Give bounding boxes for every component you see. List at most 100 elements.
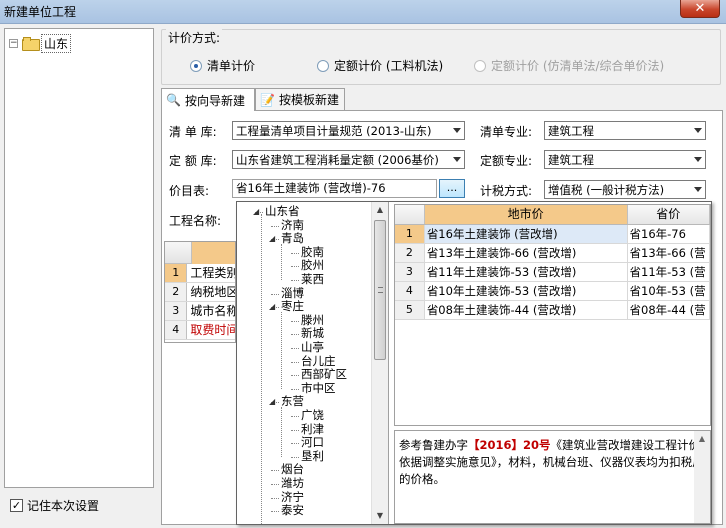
scroll-up-icon[interactable]: ▲ bbox=[372, 202, 388, 218]
tree-item[interactable]: 淄博 bbox=[281, 286, 304, 300]
table-row[interactable]: 1 工程类别 bbox=[165, 264, 235, 283]
scroll-up-icon[interactable]: ▲ bbox=[694, 431, 710, 447]
header-city-price[interactable]: 地市价 bbox=[424, 205, 628, 224]
radio-label: 清单计价 bbox=[207, 59, 256, 73]
tree-item[interactable]: 市中区 bbox=[301, 381, 336, 395]
table-row[interactable]: 4 取费时间 bbox=[165, 321, 235, 340]
radio-quota-pricing[interactable]: 定额计价 (工料机法) bbox=[317, 57, 443, 74]
tree-item[interactable]: 滕州 bbox=[301, 313, 324, 327]
browse-button[interactable]: ... bbox=[439, 179, 465, 198]
city-tree[interactable]: 山东省 ◢ 济南 青岛 ◢ 胶南 胶州 莱西 淄博 枣庄 ◢ 滕州 新城 山亭 台儿庄 西部矿区 市中区 东营 ◢ 广… bbox=[237, 202, 389, 524]
scroll-down-icon[interactable]: ▼ bbox=[372, 508, 388, 524]
radio-quota-list-pricing: 定额计价 (仿清单法/综合单价法) bbox=[474, 57, 664, 74]
checkbox-checked-icon[interactable]: ✓ bbox=[10, 499, 23, 512]
price-grid[interactable]: 地市价 省价 1 省16年土建装饰 (营改增) 省16年-76 2 省13年土建装饰-6… bbox=[394, 204, 711, 426]
list-lib-value: 工程量清单项目计量规范 (2013-山东) bbox=[236, 123, 432, 138]
header-province-price[interactable]: 省价 bbox=[628, 205, 710, 224]
radio-list-pricing[interactable]: 清单计价 bbox=[190, 57, 255, 74]
table-row[interactable]: 2 省13年土建装饰-66 (营改增) 省13年-66 (营 bbox=[395, 244, 710, 263]
tree-item[interactable]: 胶州 bbox=[301, 259, 324, 272]
tree-item[interactable]: 枣庄 bbox=[281, 300, 304, 313]
table-row[interactable]: 5 省08年土建装饰-44 (营改增) 省08年-44 (营 bbox=[395, 301, 710, 320]
grid-header bbox=[165, 242, 235, 264]
tab-template[interactable]: 📝 按模板新建 bbox=[255, 88, 345, 110]
tree-connector bbox=[271, 293, 279, 295]
project-attr-grid[interactable]: 1 工程类别 2 纳税地区 3 城市名称 4 取费时间 bbox=[164, 241, 236, 343]
list-spec-select[interactable]: 建筑工程 bbox=[544, 121, 706, 140]
province-price-cell: 省10年-53 (营 bbox=[628, 282, 710, 300]
tree-item[interactable]: 莱西 bbox=[301, 273, 324, 286]
scroll-thumb[interactable] bbox=[374, 220, 386, 360]
tree-item[interactable]: 利津 bbox=[301, 422, 324, 436]
quota-lib-value: 山东省建筑工程消耗量定额 (2006基价) bbox=[236, 152, 439, 167]
table-row[interactable]: 3 省11年土建装饰-53 (营改增) 省11年-53 (营 bbox=[395, 263, 710, 282]
tree-expanded-icon[interactable]: ◢ bbox=[269, 397, 275, 406]
tree-item[interactable]: 山亭 bbox=[301, 341, 324, 354]
tree-connector bbox=[291, 252, 299, 254]
table-row[interactable]: 4 省10年土建装饰-53 (营改增) 省10年-53 (营 bbox=[395, 282, 710, 301]
row-number: 1 bbox=[165, 264, 188, 282]
tax-select[interactable]: 增值税 (一般计税方法) bbox=[544, 180, 706, 199]
tree-item[interactable]: 济南 bbox=[281, 218, 304, 232]
table-row[interactable]: 3 城市名称 bbox=[165, 302, 235, 321]
tree-item[interactable]: 烟台 bbox=[281, 463, 304, 476]
tree-connector bbox=[291, 429, 299, 431]
quota-lib-label: 定 额 库: bbox=[169, 154, 217, 168]
row-number: 2 bbox=[165, 283, 188, 301]
tree-connector bbox=[291, 320, 299, 322]
collapse-icon[interactable]: − bbox=[9, 38, 18, 48]
tree-expanded-icon[interactable]: ◢ bbox=[269, 234, 275, 243]
row-number: 3 bbox=[395, 263, 425, 281]
row-number: 2 bbox=[395, 244, 425, 262]
close-button[interactable]: ✕ bbox=[680, 0, 720, 18]
list-lib-label: 清 单 库: bbox=[169, 125, 217, 139]
region-tree[interactable]: − 山东 bbox=[4, 28, 154, 488]
remember-settings-checkbox[interactable]: ✓ 记住本次设置 bbox=[10, 497, 99, 514]
template-icon: 📝 bbox=[260, 92, 275, 107]
tree-item[interactable]: 垦利 bbox=[301, 449, 324, 463]
tree-item[interactable]: 泰安 bbox=[281, 504, 304, 517]
region-node-shandong[interactable]: − 山东 bbox=[9, 33, 72, 53]
table-row[interactable]: 1 省16年土建装饰 (营改增) 省16年-76 bbox=[395, 225, 710, 244]
window-title: 新建单位工程 bbox=[4, 5, 77, 19]
tree-connector bbox=[271, 470, 279, 472]
tree-connector bbox=[291, 388, 299, 390]
note-scrollbar[interactable]: ▲ bbox=[694, 431, 710, 523]
tree-item[interactable]: 潍坊 bbox=[281, 477, 304, 490]
remember-label: 记住本次设置 bbox=[27, 499, 100, 513]
tab-label: 按向导新建 bbox=[184, 93, 245, 108]
province-price-cell: 省08年-44 (营 bbox=[628, 301, 710, 319]
tree-item[interactable]: 广饶 bbox=[301, 409, 324, 422]
row-cell: 城市名称 bbox=[190, 304, 235, 318]
city-price-cell: 省13年土建装饰-66 (营改增) bbox=[425, 244, 628, 262]
folder-open-icon bbox=[22, 37, 40, 51]
radio-disabled-icon bbox=[474, 59, 486, 72]
row-number: 4 bbox=[395, 282, 425, 300]
tree-connector bbox=[261, 214, 262, 524]
tree-item[interactable]: 新城 bbox=[301, 327, 324, 340]
tree-item[interactable]: 西部矿区 bbox=[301, 368, 347, 381]
price-table-field[interactable]: 省16年土建装饰 (营改增)-76 bbox=[232, 179, 437, 198]
note-highlight: 【2016】20号 bbox=[468, 438, 551, 452]
price-table-dropdown[interactable]: 山东省 ◢ 济南 青岛 ◢ 胶南 胶州 莱西 淄博 枣庄 ◢ 滕州 新城 山亭 台儿庄 西部矿区 市中区 东营 ◢ 广… bbox=[236, 201, 712, 525]
tree-connector bbox=[291, 280, 299, 281]
table-row[interactable]: 2 纳税地区 bbox=[165, 283, 235, 302]
tree-item[interactable]: 青岛 bbox=[281, 232, 304, 245]
tree-expanded-icon[interactable]: ◢ bbox=[253, 207, 259, 216]
tree-scrollbar[interactable]: ▲ ▼ bbox=[371, 202, 388, 524]
radio-selected-icon bbox=[190, 59, 202, 72]
city-price-cell: 省16年土建装饰 (营改增) bbox=[424, 225, 628, 243]
tree-item[interactable]: 东营 bbox=[281, 395, 304, 408]
tree-item[interactable]: 台儿庄 bbox=[301, 354, 336, 368]
tab-wizard[interactable]: 🔍 按向导新建 bbox=[161, 88, 255, 111]
tree-item[interactable]: 济宁 bbox=[281, 490, 304, 504]
tree-expanded-icon[interactable]: ◢ bbox=[269, 302, 275, 311]
tree-connector bbox=[281, 312, 282, 389]
region-label: 山东 bbox=[41, 33, 72, 53]
tree-item[interactable]: 河口 bbox=[301, 436, 324, 449]
quota-lib-select[interactable]: 山东省建筑工程消耗量定额 (2006基价) bbox=[232, 150, 465, 169]
tree-item[interactable]: 山东省 bbox=[265, 205, 300, 218]
list-lib-select[interactable]: 工程量清单项目计量规范 (2013-山东) bbox=[232, 121, 465, 140]
quota-spec-select[interactable]: 建筑工程 bbox=[544, 150, 706, 169]
tree-item[interactable]: 胶南 bbox=[301, 245, 324, 259]
